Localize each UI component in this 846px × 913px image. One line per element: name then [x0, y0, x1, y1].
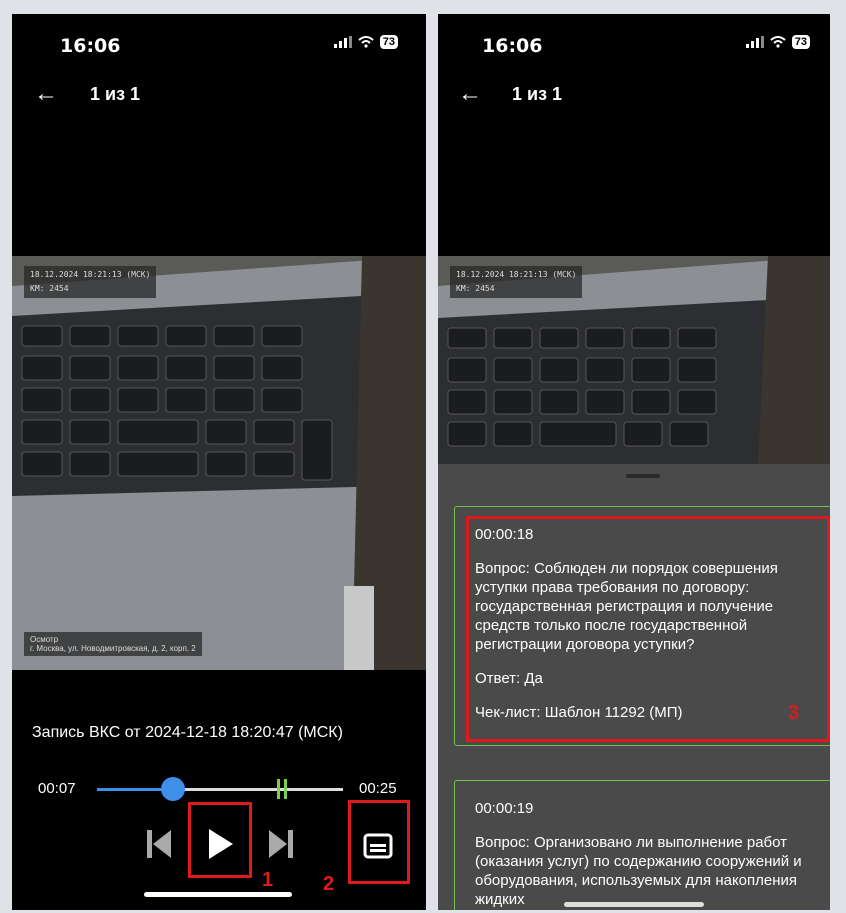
laptop-keyboard-image [12, 256, 426, 670]
back-arrow-icon[interactable]: ← [34, 80, 58, 108]
status-icons: 73 [745, 35, 810, 49]
card-question: Вопрос: Организовано ли выполнение работ… [475, 834, 802, 908]
annotation-box-1 [188, 802, 252, 878]
status-bar: 16:06 73 [12, 14, 426, 74]
overlay-km-text: КМ: 2454 [30, 284, 69, 293]
progress-slider[interactable] [97, 777, 343, 801]
annotation-number-3: 3 [788, 702, 800, 724]
checklist-card[interactable]: 00:00:19 Вопрос: Организовано ли выполне… [454, 780, 830, 910]
status-bar: 16:06 73 [438, 14, 830, 74]
video-frame[interactable]: 18.12.2024 18:21:13 (МСК) КМ: 2454 [438, 256, 830, 464]
home-indicator [144, 892, 292, 897]
recording-title: Запись ВКС от 2024-12-18 18:20:47 (МСК) [32, 724, 343, 741]
annotation-box-2 [348, 800, 410, 884]
overlay-place-address: г. Москва, ул. Новодмитровская, д. 2, ко… [30, 644, 196, 653]
nav-bar: ← 1 из 1 [438, 78, 830, 122]
page-title: 1 из 1 [512, 84, 563, 104]
page-title: 1 из 1 [90, 84, 141, 104]
video-frame[interactable]: 18.12.2024 18:21:13 (МСК) КМ: 2454 Осмот… [12, 256, 426, 670]
checklist-sheet[interactable]: 00:00:18 Вопрос: Соблюден ли порядок сов… [438, 464, 830, 910]
wifi-icon [358, 36, 374, 48]
status-icons: 73 [333, 35, 398, 49]
bookmark-marker[interactable] [277, 779, 280, 799]
left-phone-screen: 16:06 73 ← 1 из 1 18.12.2024 18:21:13 (М… [12, 14, 426, 910]
signal-icon [333, 36, 352, 48]
home-indicator [564, 902, 704, 907]
annotation-number-2: 2 [323, 873, 335, 895]
status-time: 16:06 [482, 35, 543, 57]
back-arrow-icon[interactable]: ← [458, 80, 482, 108]
overlay-place-title: Осмотр [30, 635, 59, 644]
annotation-number-1: 1 [262, 869, 274, 891]
nav-bar: ← 1 из 1 [12, 78, 426, 122]
battery-icon: 73 [791, 35, 810, 49]
skip-previous-icon [147, 830, 171, 858]
bookmark-marker[interactable] [284, 779, 287, 799]
card-timecode[interactable]: 00:00:19 [475, 799, 811, 818]
video-overlay-datetime: 18.12.2024 18:21:13 (МСК) КМ: 2454 [24, 266, 157, 298]
total-time: 00:25 [359, 780, 397, 797]
next-button[interactable] [266, 826, 296, 862]
video-overlay-place: Осмотр г. Москва, ул. Новодмитровская, д… [24, 632, 202, 656]
video-overlay-datetime: 18.12.2024 18:21:13 (МСК) КМ: 2454 [450, 266, 583, 298]
overlay-km-text: КМ: 2454 [456, 284, 495, 293]
overlay-datetime-text: 18.12.2024 18:21:13 (МСК) [30, 270, 151, 279]
progress-thumb[interactable] [161, 777, 186, 801]
current-time: 00:07 [38, 780, 76, 797]
wifi-icon [770, 36, 786, 48]
previous-button[interactable] [144, 826, 174, 862]
right-phone-screen: 16:06 73 ← 1 из 1 18.12.2024 18:21:13 (М… [438, 14, 830, 910]
battery-icon: 73 [379, 35, 398, 49]
signal-icon [745, 36, 764, 48]
skip-next-icon [269, 830, 293, 858]
status-time: 16:06 [60, 35, 121, 57]
sheet-drag-handle[interactable] [626, 474, 660, 478]
overlay-datetime-text: 18.12.2024 18:21:13 (МСК) [456, 270, 577, 279]
annotation-box-3 [466, 516, 830, 742]
